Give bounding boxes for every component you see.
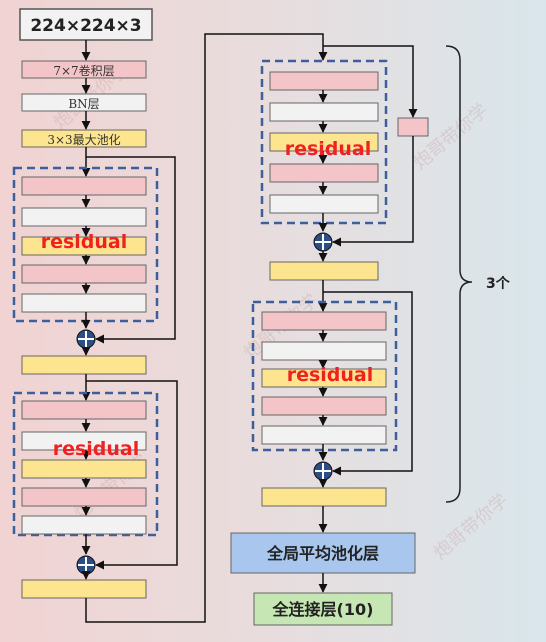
block3-conv1: [269, 71, 379, 91]
gap-label: 全局平均池化层: [266, 544, 379, 563]
block4-residual-label: residual: [287, 364, 374, 386]
relu-after-block4: [261, 487, 387, 507]
block1-conv1: [21, 176, 147, 196]
pool-label: 3×3最大池化: [47, 133, 120, 147]
block2-bn2: [21, 515, 147, 535]
block1-bn1: [21, 207, 147, 227]
add-node-3: [313, 232, 333, 252]
relu-after-block1: [21, 355, 147, 375]
block4-bn1: [261, 341, 387, 361]
fc-label: 全连接层(10): [272, 600, 374, 619]
block2-residual-label: residual: [53, 438, 140, 460]
block3-residual-label: residual: [285, 138, 372, 160]
block4-conv1: [261, 311, 387, 331]
downsample-conv-box: [397, 117, 429, 137]
block4-bn2: [261, 425, 387, 445]
block3-bn1: [269, 102, 379, 122]
watermark: 炮哥带你学: [430, 490, 512, 564]
block1-residual-label: residual: [41, 231, 128, 253]
add-node-4: [313, 461, 333, 481]
bn-label: BN层: [68, 97, 99, 111]
add-node-1: [76, 329, 96, 349]
block2-conv1: [21, 400, 147, 420]
add-node-2: [76, 555, 96, 575]
relu-after-block2: [21, 579, 147, 599]
block2-conv2: [21, 487, 147, 507]
block4-conv2: [261, 396, 387, 416]
block3-bn2: [269, 194, 379, 214]
relu-after-block3: [269, 261, 379, 281]
watermark: 炮哥带你学: [410, 100, 492, 174]
block3-conv2: [269, 163, 379, 183]
conv-label: 7×7卷积层: [53, 63, 114, 78]
resnet-diagram: 炮哥带你学 炮哥带你学 炮哥带你学 炮哥带你学 炮哥带你学 224×224×3 …: [12, 8, 512, 626]
block1-bn2: [21, 293, 147, 313]
repeat-label: 3个: [486, 275, 511, 292]
input-label: 224×224×3: [30, 16, 141, 36]
block2-relu: [21, 459, 147, 479]
block1-conv2: [21, 264, 147, 284]
